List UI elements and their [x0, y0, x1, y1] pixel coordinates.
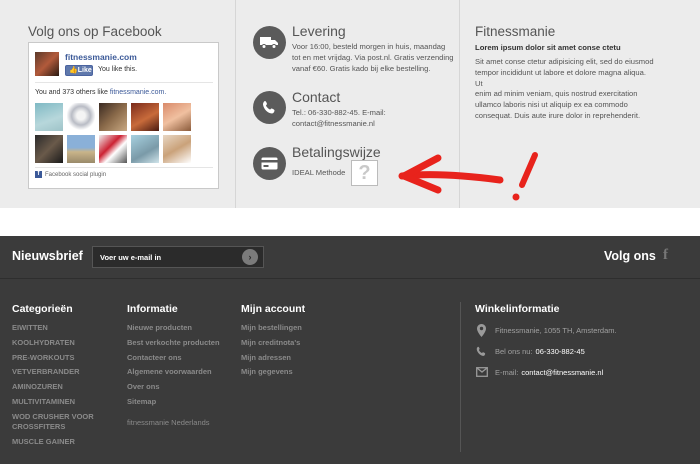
language-link[interactable]: fitnessmanie Nederlands — [127, 416, 220, 431]
phone-link[interactable]: 06-330-882-45 — [536, 347, 585, 356]
informatie-title: Informatie — [127, 303, 178, 315]
account-link[interactable]: Mijn gegevens — [241, 365, 302, 380]
info-link[interactable]: Algemene voorwaarden — [127, 365, 220, 380]
account-list: Mijn bestellingen Mijn creditnota's Mijn… — [241, 321, 302, 380]
category-link[interactable]: VETVERBRANDER — [12, 365, 112, 380]
site-footer: Nieuwsbrief › Volg ons f Categorieën EIW… — [0, 236, 700, 464]
phone-icon — [475, 346, 488, 357]
email-link[interactable]: contact@fitnessmanie.nl — [521, 368, 603, 377]
category-link[interactable]: WOD CRUSHER VOOR CROSSFITERS — [12, 410, 112, 432]
info-link[interactable]: Over ons — [127, 380, 220, 395]
envelope-icon — [475, 367, 488, 377]
newsletter-label: Nieuwsbrief — [12, 249, 83, 263]
category-link[interactable]: MUSCLE GAINER — [12, 435, 112, 450]
info-link[interactable]: Best verkochte producten — [127, 336, 220, 351]
store-phone: Bel ons nu: 06-330-882-45 — [475, 346, 585, 357]
newsletter-email-input[interactable] — [92, 246, 264, 268]
store-address: Fitnessmanie, 1055 TH, Amsterdam. — [475, 324, 617, 337]
category-link[interactable]: EIWITTEN — [12, 321, 112, 336]
category-link[interactable]: KOOLHYDRATEN — [12, 336, 112, 351]
follow-us-label: Volg ons — [604, 249, 656, 263]
store-email: E-mail: contact@fitnessmanie.nl — [475, 367, 603, 377]
category-link[interactable]: PRE-WORKOUTS — [12, 351, 112, 366]
account-link[interactable]: Mijn creditnota's — [241, 336, 302, 351]
column-divider — [460, 302, 461, 452]
location-pin-icon — [475, 324, 488, 337]
account-link[interactable]: Mijn adressen — [241, 351, 302, 366]
newsletter-submit-button[interactable]: › — [242, 249, 258, 265]
store-info-title: Winkelinformatie — [475, 303, 560, 315]
divider — [0, 278, 700, 279]
categories-list: EIWITTEN KOOLHYDRATEN PRE-WORKOUTS VETVE… — [12, 321, 112, 450]
info-link[interactable]: Sitemap — [127, 395, 220, 410]
category-link[interactable]: MULTIVITAMINEN — [12, 395, 112, 410]
facebook-icon[interactable]: f — [663, 247, 668, 264]
info-link[interactable]: Nieuwe producten — [127, 321, 220, 336]
category-link[interactable]: AMINOZUREN — [12, 380, 112, 395]
categories-title: Categorieën — [12, 303, 73, 315]
account-link[interactable]: Mijn bestellingen — [241, 321, 302, 336]
account-title: Mijn account — [241, 303, 306, 315]
informatie-list: Nieuwe producten Best verkochte producte… — [127, 321, 220, 431]
info-link[interactable]: Contacteer ons — [127, 351, 220, 366]
